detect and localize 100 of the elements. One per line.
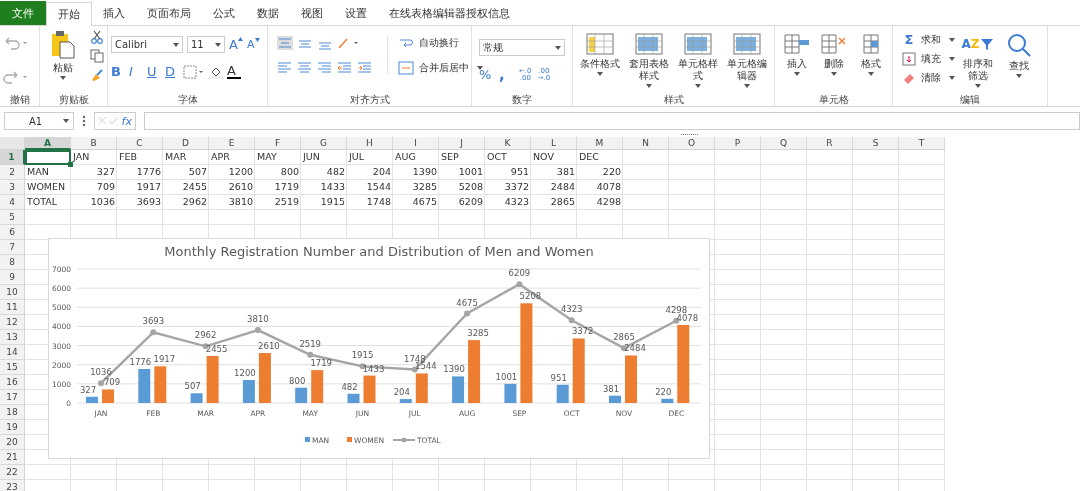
sort-filter-button[interactable]: AZ 排序和筛选 [958,32,997,88]
row-header[interactable]: 19 [0,420,25,435]
name-box[interactable]: A1 [4,112,74,130]
column-header[interactable]: R [807,137,853,150]
data-label: 2455 [205,344,228,354]
ribbon-tab[interactable]: 公式 [202,1,246,25]
row-header[interactable]: 1 [0,150,25,165]
style-button[interactable]: 套用表格样式 [624,32,674,88]
column-header[interactable]: J [439,137,485,150]
row-header[interactable]: 3 [0,180,25,195]
align-icon[interactable] [317,61,333,75]
row-header[interactable]: 13 [0,330,25,345]
more-icon[interactable] [82,114,86,128]
row-header[interactable]: 2 [0,165,25,180]
row-header[interactable]: 17 [0,390,25,405]
row-header[interactable]: 22 [0,465,25,480]
align-icon[interactable] [337,61,353,75]
font-style-button[interactable]: I [129,64,143,79]
column-header[interactable]: T [899,137,945,150]
font-family-field[interactable]: Calibri [111,36,183,53]
sum-button[interactable]: Σ 求和 [902,32,955,47]
chart-area[interactable] [48,238,710,459]
row-header[interactable]: 4 [0,195,25,210]
align-icon[interactable] [277,61,293,75]
align-icon[interactable] [277,36,293,50]
grow-font-button[interactable]: A [229,37,243,52]
row-header[interactable]: 16 [0,375,25,390]
align-icon[interactable] [297,61,313,75]
splitter-handle[interactable] [681,132,699,136]
align-icon[interactable] [357,61,373,75]
fill-button[interactable]: 填充 [902,52,955,66]
column-header[interactable]: C [117,137,163,150]
row-header[interactable]: 21 [0,450,25,465]
shrink-font-button[interactable]: A [247,38,261,51]
ribbon-tab[interactable]: 数据 [246,1,290,25]
column-header[interactable]: D [163,137,209,150]
column-header[interactable]: H [347,137,393,150]
ribbon-tab[interactable]: 设置 [334,1,378,25]
search-button[interactable]: 查找 [1000,32,1038,78]
file-tab[interactable]: 文件 [0,1,46,25]
row-header[interactable]: 10 [0,285,25,300]
style-button[interactable]: 单元格编辑器 [722,32,771,88]
row-header[interactable]: 18 [0,405,25,420]
orientation-icon[interactable] [337,36,361,50]
ribbon-tab[interactable]: 视图 [290,1,334,25]
caret-icon [830,72,837,76]
row-header[interactable]: 5 [0,210,25,225]
font-style-button[interactable]: B [111,64,125,79]
row-header[interactable]: 6 [0,225,25,240]
active-cell[interactable] [25,150,71,165]
formula-field[interactable] [144,112,1080,130]
number-format-field[interactable]: 常规 [479,39,565,56]
column-header[interactable]: E [209,137,255,150]
redo-icon[interactable] [3,70,29,84]
data-label: 3693 [142,316,165,327]
row-header[interactable]: 23 [0,480,25,491]
column-header[interactable]: K [485,137,531,150]
column-header[interactable]: A [25,137,71,150]
column-header[interactable]: I [393,137,439,150]
ribbon-tab[interactable]: 在线表格编辑器授权信息 [378,1,521,25]
column-header[interactable]: B [71,137,117,150]
column-header[interactable]: Q [761,137,807,150]
row-header[interactable]: 8 [0,255,25,270]
paste-button[interactable]: 粘贴 [43,30,82,80]
comma-button[interactable]: , [499,69,513,80]
font-color-button[interactable]: A [227,64,241,79]
fill-handle[interactable] [68,162,73,167]
row-header[interactable]: 7 [0,240,25,255]
row-header[interactable]: 20 [0,435,25,450]
column-header[interactable]: P [715,137,761,150]
formula-buttons[interactable]: fx [94,112,136,130]
column-header[interactable]: G [301,137,347,150]
undo-icon[interactable] [3,36,29,50]
row-header[interactable]: 12 [0,315,25,330]
row-header[interactable]: 14 [0,345,25,360]
row-header[interactable]: 9 [0,270,25,285]
column-header[interactable]: L [531,137,577,150]
copy-icon[interactable] [90,49,104,63]
cells-button[interactable]: 删除 [815,32,852,76]
ribbon-tab[interactable]: 页面布局 [136,1,202,25]
column-header[interactable]: O [669,137,715,150]
style-button[interactable]: 单元格样式 [673,32,723,88]
column-header[interactable]: F [255,137,301,150]
ribbon-tab[interactable]: 插入 [92,1,136,25]
row-header[interactable]: 15 [0,360,25,375]
column-header[interactable]: S [853,137,899,150]
row-header[interactable]: 11 [0,300,25,315]
clear-button[interactable]: 清除 [902,71,955,85]
scissors-icon[interactable] [90,30,104,44]
column-header[interactable]: N [623,137,669,150]
column-header[interactable]: M [577,137,623,150]
select-all-corner[interactable] [0,137,25,150]
font-size-field[interactable]: 11 [187,36,225,53]
font-style-button[interactable]: D [165,64,179,79]
cells-button[interactable]: 插入 [778,32,815,76]
brush-icon[interactable] [90,68,104,82]
style-button[interactable]: 条件格式 [576,32,625,76]
font-style-button[interactable]: U [147,64,161,79]
ribbon-tab[interactable]: 开始 [46,2,92,26]
cells-button[interactable]: 格式 [852,32,889,76]
